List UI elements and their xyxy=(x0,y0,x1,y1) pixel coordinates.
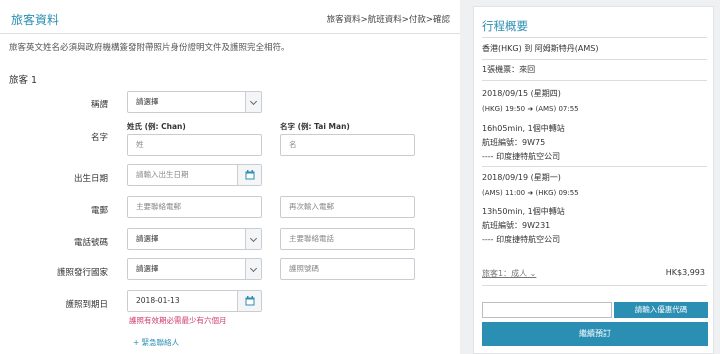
passport-expiry-label: 護照到期日 xyxy=(65,300,108,310)
email-label: 電郵 xyxy=(90,206,108,216)
divider xyxy=(482,285,707,286)
divider xyxy=(482,166,707,167)
passport-country-label: 護照發行國家 xyxy=(56,268,108,278)
phone-label: 電話號碼 xyxy=(73,238,108,248)
passport-expiry-input[interactable]: 2018-01-13 xyxy=(127,290,262,312)
add-emergency-contact-link[interactable]: + 緊急聯絡人 xyxy=(133,337,179,348)
name-label: 名字 xyxy=(90,133,108,143)
title-label: 稱謂 xyxy=(90,100,108,110)
inbound-duration: 13h50min, 1個中轉站 xyxy=(482,207,565,216)
outbound-flight: 航班編號：9W75 xyxy=(482,138,546,147)
calendar-icon[interactable] xyxy=(237,165,261,185)
outbound-airline: ---- 印度捷特航空公司 xyxy=(482,152,561,161)
chevron-down-icon xyxy=(245,92,261,112)
divider xyxy=(482,37,707,38)
calendar-icon[interactable] xyxy=(237,291,261,311)
passport-country-select[interactable]: 請選擇 xyxy=(127,258,262,280)
dob-input[interactable]: 請輸入出生日期 xyxy=(127,164,262,186)
passport-warning: 護照有效期必需最少有六個月 xyxy=(129,316,227,325)
chevron-down-icon xyxy=(245,229,261,249)
phone-code-select[interactable]: 請選擇 xyxy=(127,228,262,250)
passport-country-select-value: 請選擇 xyxy=(136,264,159,273)
givenname-label: 名字 (例: Tai Man) xyxy=(280,122,350,131)
form-header: 旅客資料 旅客資料>航班資料>付款>確認 xyxy=(0,0,460,34)
inbound-times: (AMS) 11:00 ➜ (HKG) 09:55 xyxy=(482,189,579,197)
passport-number-input[interactable]: 護照號碼 xyxy=(280,258,415,280)
fare-breakdown-toggle[interactable]: 旅客1：成人 ⌄ xyxy=(482,268,536,279)
inbound-flight: 航班編號：9W231 xyxy=(482,221,551,230)
arrow-right-icon: ➜ xyxy=(527,105,534,113)
passport-expiry-value: 2018-01-13 xyxy=(136,296,180,305)
promo-code-button[interactable]: 請輸入優惠代碼 xyxy=(614,302,708,318)
name-notice: 旅客英文姓名必須與政府機構簽發附帶照片身份證明文件及護照完全相符。 xyxy=(9,43,290,53)
passenger-heading: 旅客 1 xyxy=(9,75,38,86)
outbound-duration: 16h05min, 1個中轉站 xyxy=(482,124,565,133)
dob-placeholder: 請輸入出生日期 xyxy=(136,170,189,179)
phone-code-select-value: 請選擇 xyxy=(136,234,159,243)
chevron-down-icon xyxy=(245,259,261,279)
ticket-type: 1張機票：來回 xyxy=(482,65,536,74)
inbound-airline: ---- 印度捷特航空公司 xyxy=(482,235,561,244)
inbound-to: (HKG) 09:55 xyxy=(535,189,579,197)
outbound-date: 2018/09/15 (星期四) xyxy=(482,89,561,98)
continue-booking-button[interactable]: 繼續預訂 xyxy=(482,322,708,346)
outbound-to: (AMS) 07:55 xyxy=(535,105,579,113)
promo-code-input[interactable] xyxy=(482,302,612,318)
inbound-date: 2018/09/19 (星期一) xyxy=(482,173,561,182)
fare-amount: HK$3,993 xyxy=(665,268,705,277)
email-confirm-input[interactable]: 再次輸入電郵 xyxy=(280,196,415,218)
divider xyxy=(482,59,707,60)
givenname-input[interactable]: 名 xyxy=(280,134,415,156)
surname-label: 姓氏 (例: Chan) xyxy=(127,122,186,131)
surname-input[interactable]: 姓 xyxy=(127,134,262,156)
phone-input[interactable]: 主要聯絡電話 xyxy=(280,228,415,250)
divider xyxy=(482,80,707,81)
outbound-from: (HKG) 19:50 xyxy=(482,105,526,113)
page-title: 旅客資料 xyxy=(11,13,60,27)
email-input[interactable]: 主要聯絡電郵 xyxy=(127,196,262,218)
route-text: 香港(HKG) 到 阿姆斯特丹(AMS) xyxy=(482,44,599,53)
passenger-form-panel: 旅客資料 旅客資料>航班資料>付款>確認 旅客英文姓名必須與政府機構簽發附帶照片… xyxy=(0,0,460,354)
inbound-from: (AMS) 11:00 xyxy=(482,189,526,197)
summary-title: 行程概要 xyxy=(482,19,528,33)
breadcrumb: 旅客資料>航班資料>付款>確認 xyxy=(326,15,450,25)
dob-label: 出生日期 xyxy=(73,174,108,184)
outbound-times: (HKG) 19:50 ➜ (AMS) 07:55 xyxy=(482,105,579,113)
arrow-right-icon: ➜ xyxy=(527,189,534,197)
title-select[interactable]: 請選擇 xyxy=(127,91,262,113)
trip-summary-panel: 行程概要 香港(HKG) 到 阿姆斯特丹(AMS) 1張機票：來回 2018/0… xyxy=(473,6,714,354)
title-select-value: 請選擇 xyxy=(136,97,159,106)
